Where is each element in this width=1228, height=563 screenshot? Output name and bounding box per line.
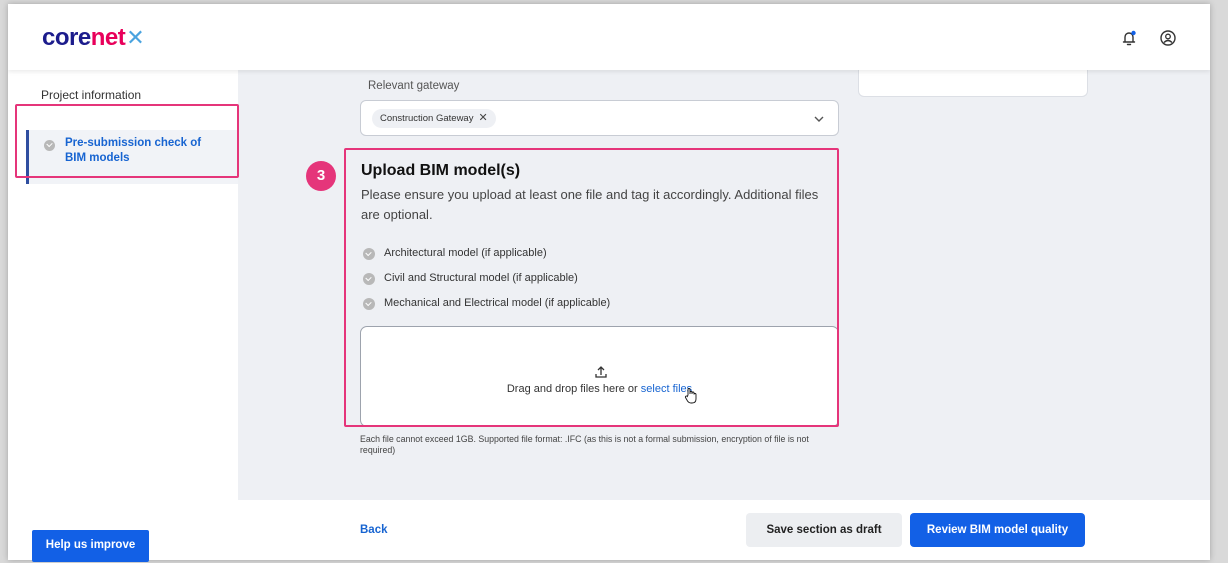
bell-icon[interactable] xyxy=(1119,28,1139,48)
logo-text-core: core xyxy=(42,24,91,51)
logo-text-net: net xyxy=(90,24,126,51)
side-info-card xyxy=(858,70,1088,97)
check-circle-icon xyxy=(363,273,375,285)
dropzone-text: Drag and drop files here or select files xyxy=(361,383,838,395)
gateway-chip: Construction Gateway ✕ xyxy=(372,109,496,128)
requirement-label: Civil and Structural model (if applicabl… xyxy=(384,272,578,284)
top-header: corenet✕ xyxy=(8,4,1210,70)
chevron-down-icon[interactable] xyxy=(812,112,826,126)
upload-icon xyxy=(595,366,607,378)
app-window: corenet✕ Project information Pre-submiss… xyxy=(8,4,1210,560)
sidebar-title: Project information xyxy=(41,88,142,102)
check-circle-icon xyxy=(363,248,375,260)
upload-title: Upload BIM model(s) xyxy=(361,162,521,179)
save-draft-button[interactable]: Save section as draft xyxy=(746,513,902,547)
back-link[interactable]: Back xyxy=(360,524,388,536)
review-bim-quality-button[interactable]: Review BIM model quality xyxy=(910,513,1085,547)
gateway-select[interactable]: Construction Gateway ✕ xyxy=(360,100,839,136)
requirement-label: Architectural model (if applicable) xyxy=(384,247,547,259)
check-circle-icon xyxy=(44,140,55,151)
step-badge: 3 xyxy=(306,161,336,191)
remove-chip-icon[interactable]: ✕ xyxy=(478,112,487,124)
sidebar-item-label: Pre-submission check of BIM models xyxy=(65,137,202,164)
requirement-label: Mechanical and Electrical model (if appl… xyxy=(384,297,611,309)
sidebar-item-pre-submission-check[interactable]: Pre-submission check of BIM models xyxy=(26,130,238,184)
gateway-label: Relevant gateway xyxy=(368,80,460,92)
hand-cursor-icon xyxy=(684,388,697,404)
logo-mark: ✕ xyxy=(126,25,145,50)
help-us-improve-button[interactable]: Help us improve xyxy=(32,530,149,562)
upload-note: Each file cannot exceed 1GB. Supported f… xyxy=(360,434,809,455)
gateway-chip-label: Construction Gateway xyxy=(380,113,474,124)
user-profile-icon[interactable] xyxy=(1158,28,1178,48)
dropzone-instruction: Drag and drop files here or xyxy=(506,383,641,395)
corenet-logo[interactable]: corenet✕ xyxy=(42,24,145,52)
file-dropzone[interactable]: Drag and drop files here or select files xyxy=(360,326,839,427)
upload-description: Please ensure you upload at least one fi… xyxy=(361,187,819,222)
check-circle-icon xyxy=(363,298,375,310)
sidebar: Project information Pre-submission check… xyxy=(8,70,238,560)
